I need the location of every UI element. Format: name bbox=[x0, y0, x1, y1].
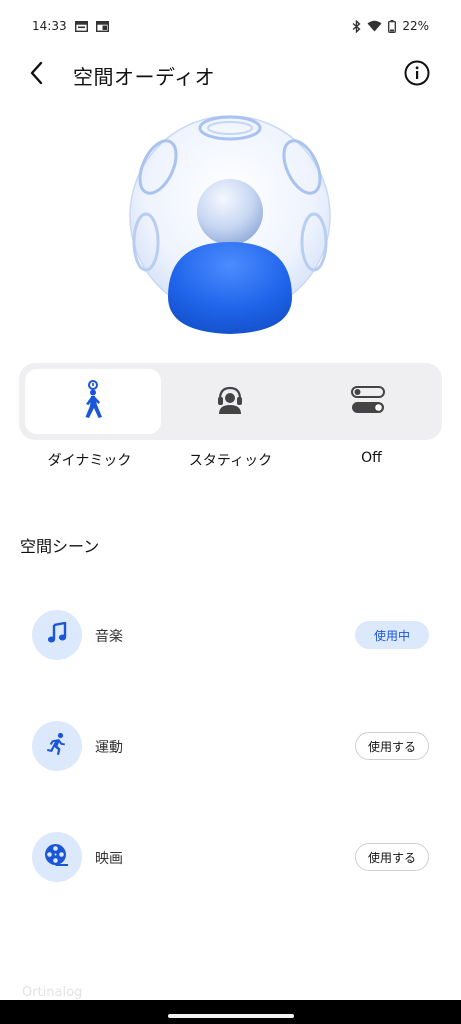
scene-use-button[interactable]: 使用する bbox=[354, 843, 429, 871]
navigation-bar bbox=[0, 1000, 461, 1024]
headphones-person-icon bbox=[215, 385, 245, 419]
info-icon bbox=[404, 60, 430, 90]
status-bar: 14:33 22% bbox=[0, 0, 461, 52]
watermark: Ortinalog bbox=[22, 985, 83, 1000]
mode-off-label: Off bbox=[361, 450, 382, 466]
running-icon bbox=[45, 732, 69, 760]
scene-row-movie[interactable]: 映画 使用する bbox=[0, 827, 461, 887]
scene-row-music[interactable]: 音楽 使用中 bbox=[0, 605, 461, 665]
page-title: 空間オーディオ bbox=[73, 65, 216, 89]
scene-in-use-button[interactable]: 使用中 bbox=[355, 621, 429, 649]
home-gesture-handle[interactable] bbox=[168, 1014, 294, 1018]
spatial-audio-sphere-illustration bbox=[128, 112, 332, 338]
bluetooth-icon bbox=[352, 19, 361, 33]
sports-icon-circle bbox=[32, 721, 82, 771]
scenes-section-title: 空間シーン bbox=[20, 537, 100, 556]
mode-static-option[interactable] bbox=[162, 369, 298, 434]
mode-dynamic-label: ダイナミック bbox=[47, 453, 132, 469]
scene-row-sports[interactable]: 運動 使用する bbox=[0, 716, 461, 776]
battery-icon bbox=[388, 19, 397, 33]
chevron-left-icon bbox=[29, 61, 45, 89]
notification-window-icon bbox=[95, 20, 109, 32]
scene-label-music: 音楽 bbox=[95, 629, 123, 645]
back-button[interactable] bbox=[22, 60, 52, 90]
mode-dynamic-option[interactable] bbox=[25, 369, 161, 434]
toggle-off-icon bbox=[351, 385, 385, 418]
scene-label-movie: 映画 bbox=[95, 851, 123, 867]
info-button[interactable] bbox=[401, 59, 433, 91]
mode-static-label: スタティック bbox=[188, 453, 273, 469]
battery-percent: 22% bbox=[402, 19, 429, 33]
walking-person-icon bbox=[80, 379, 106, 424]
film-reel-icon bbox=[44, 843, 70, 871]
wifi-icon bbox=[367, 20, 382, 32]
status-time: 14:33 bbox=[32, 19, 67, 33]
spatial-mode-selector bbox=[19, 363, 442, 440]
notification-window-icon bbox=[74, 20, 88, 32]
music-note-icon bbox=[46, 621, 68, 648]
music-icon-circle bbox=[32, 610, 82, 660]
status-left: 14:33 bbox=[32, 19, 109, 33]
scene-label-sports: 運動 bbox=[95, 740, 123, 756]
scene-use-button[interactable]: 使用する bbox=[354, 732, 429, 760]
mode-off-option[interactable] bbox=[300, 369, 436, 434]
movie-icon-circle bbox=[32, 832, 82, 882]
mode-labels: ダイナミック スタティック Off bbox=[19, 450, 442, 472]
status-right: 22% bbox=[352, 19, 429, 33]
app-bar: 空間オーディオ bbox=[0, 52, 461, 98]
